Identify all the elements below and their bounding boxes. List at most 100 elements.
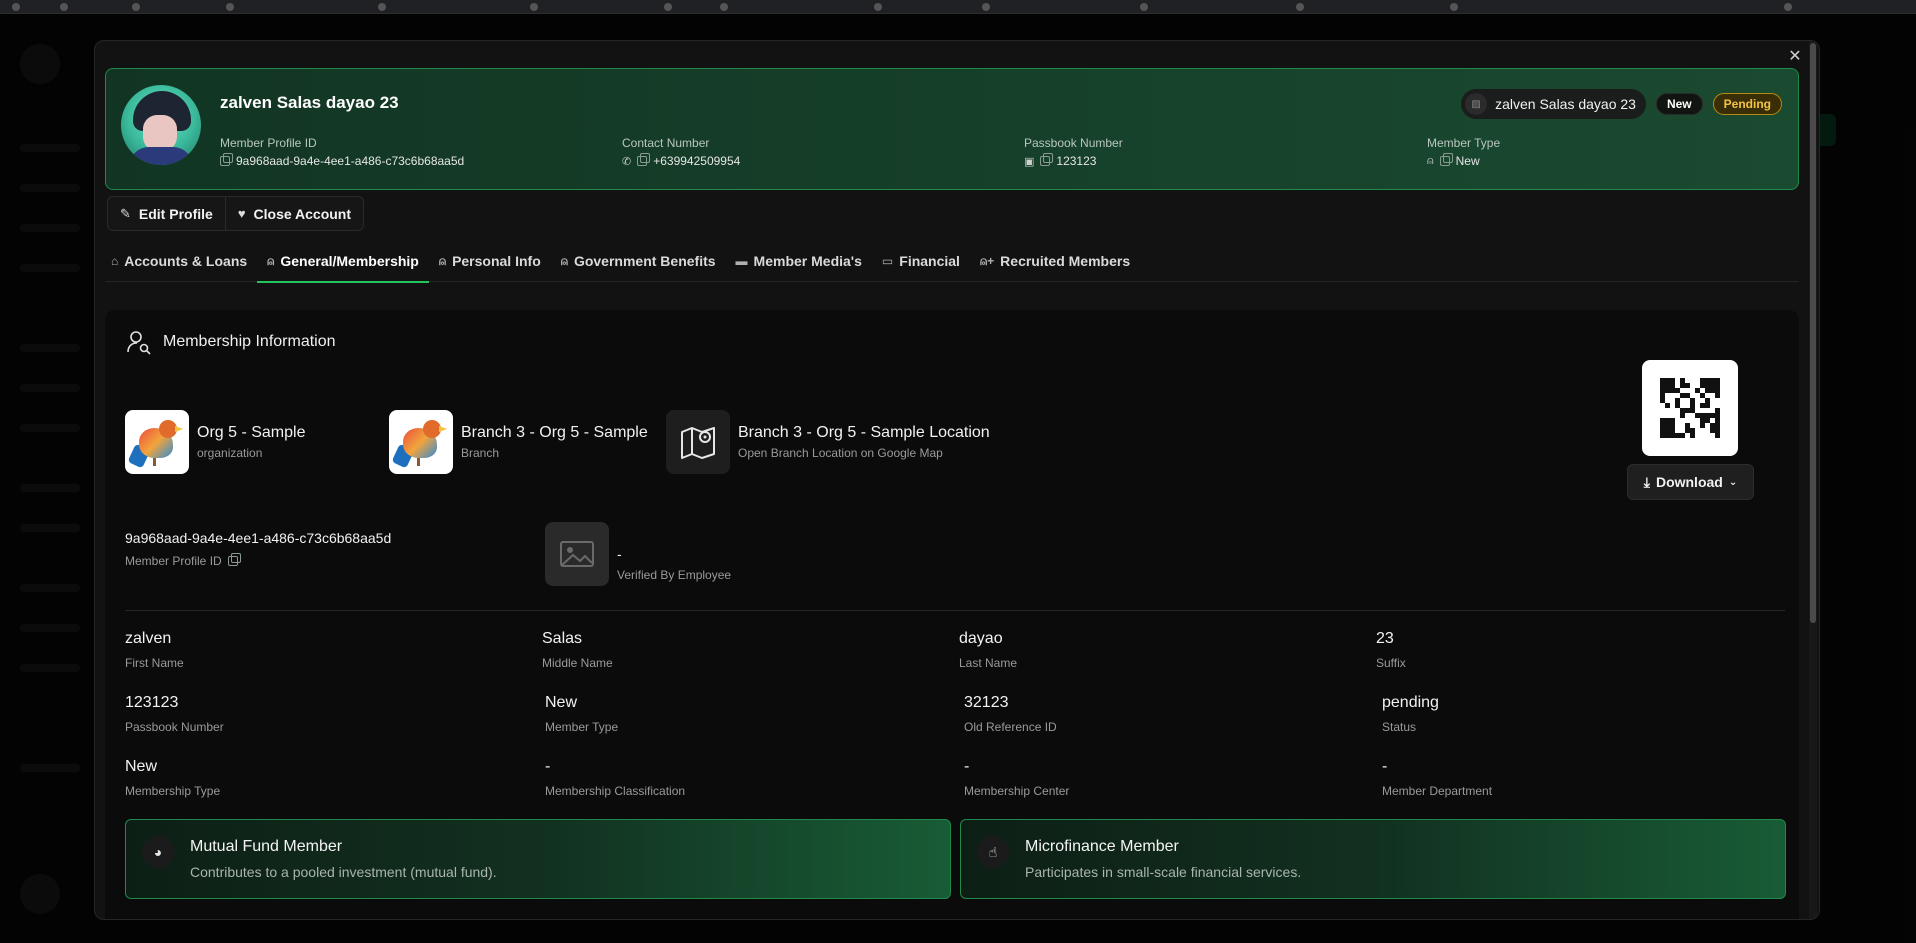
organization-logo bbox=[125, 410, 189, 474]
field-label: Passbook Number bbox=[125, 720, 224, 734]
qr-section: ⤓ Download ⌄ bbox=[1627, 360, 1769, 500]
section-title-text: Membership Information bbox=[163, 333, 336, 350]
edit-profile-button[interactable]: ✎ Edit Profile bbox=[108, 197, 225, 230]
member-type-field: New Member Type bbox=[545, 694, 618, 734]
verified-by-label: Verified By Employee bbox=[617, 568, 732, 582]
avatar bbox=[121, 85, 201, 165]
tab-icon bbox=[12, 3, 20, 11]
tab-accounts-loans[interactable]: ⌂ Accounts & Loans bbox=[105, 240, 257, 282]
membership-type-field: New Membership Type bbox=[125, 758, 220, 798]
tab-financial[interactable]: ▭ Financial bbox=[872, 240, 970, 282]
copy-icon[interactable] bbox=[1439, 153, 1453, 166]
mutual-fund-member-card: ◕ Mutual Fund Member Contributes to a po… bbox=[125, 819, 951, 899]
old-reference-id-field: 32123 Old Reference ID bbox=[964, 694, 1057, 734]
user-icon: ⍝ bbox=[438, 253, 447, 268]
qr-code bbox=[1642, 360, 1738, 456]
scrollbar-thumb[interactable] bbox=[1810, 43, 1816, 623]
branch-logo bbox=[389, 410, 453, 474]
field-value: - bbox=[545, 758, 551, 775]
member-chip[interactable]: ▨ zalven Salas dayao 23 bbox=[1461, 89, 1646, 119]
organization-name: Org 5 - Sample bbox=[197, 424, 306, 441]
tab-general-membership[interactable]: ⍝ General/Membership bbox=[257, 240, 429, 283]
tab-label: Financial bbox=[899, 253, 960, 269]
tab-government-benefits[interactable]: ⍝ Government Benefits bbox=[551, 240, 726, 282]
image-placeholder-icon bbox=[545, 522, 609, 586]
status-badge: Pending bbox=[1712, 93, 1782, 115]
copy-icon[interactable] bbox=[220, 153, 233, 166]
branch-sub: Branch bbox=[461, 446, 500, 460]
pie-chart-icon: ◕ bbox=[142, 836, 174, 868]
branch-card[interactable]: Branch 3 - Org 5 - Sample Branch bbox=[389, 410, 648, 474]
membership-classification-field: - Membership Classification bbox=[545, 758, 685, 798]
member-department-field: - Member Department bbox=[1382, 758, 1492, 798]
field-label: First Name bbox=[125, 656, 184, 670]
status-field: pending Status bbox=[1382, 694, 1439, 734]
header-passbook-label: Passbook Number bbox=[1024, 136, 1123, 150]
field-label: Membership Center bbox=[964, 784, 1070, 798]
heart-broken-icon: ♥ bbox=[237, 206, 246, 221]
member-name: zalven Salas dayao 23 bbox=[220, 93, 399, 112]
member-type-badge: New bbox=[1655, 93, 1703, 115]
microfinance-title: Microfinance Member bbox=[1025, 838, 1179, 855]
tab-member-media[interactable]: ▬ Member Media's bbox=[726, 240, 872, 282]
field-value: pending bbox=[1382, 694, 1439, 711]
member-header-card: zalven Salas dayao 23 Member Profile ID … bbox=[105, 68, 1799, 190]
copy-icon[interactable] bbox=[227, 553, 241, 566]
tab-icon bbox=[60, 3, 68, 11]
user-gear-icon: ⍝ bbox=[560, 253, 568, 268]
field-value: New bbox=[545, 694, 578, 711]
tab-label: Government Benefits bbox=[573, 253, 716, 269]
id-card-icon: ▣ bbox=[1024, 155, 1035, 168]
download-button[interactable]: ⤓ Download ⌄ bbox=[1627, 464, 1754, 500]
microfinance-member-card: ☝ Microfinance Member Participates in sm… bbox=[960, 819, 1786, 899]
field-label: Membership Classification bbox=[545, 784, 686, 798]
verified-by-block: - Verified By Employee bbox=[545, 522, 731, 586]
avatar-face bbox=[143, 115, 177, 151]
first-name-field: zalven First Name bbox=[125, 630, 184, 670]
map-pin-icon bbox=[666, 410, 730, 474]
tab-icon bbox=[226, 3, 234, 11]
microfinance-desc: Participates in small-scale financial se… bbox=[1025, 864, 1302, 880]
field-value: zalven bbox=[125, 630, 172, 647]
tab-icon bbox=[1450, 3, 1458, 11]
organization-card[interactable]: Org 5 - Sample organization bbox=[125, 410, 305, 474]
member-chip-name: zalven Salas dayao 23 bbox=[1495, 96, 1636, 112]
membership-center-field: - Membership Center bbox=[964, 758, 1069, 798]
field-label: Last Name bbox=[959, 656, 1018, 670]
verified-by-value: - bbox=[617, 546, 622, 562]
hand-coin-icon: ☝ bbox=[977, 836, 1009, 868]
field-label: Middle Name bbox=[542, 656, 613, 670]
branch-location-link[interactable]: Branch 3 - Org 5 - Sample Location Open … bbox=[666, 410, 990, 474]
close-account-button[interactable]: ♥ Close Account bbox=[224, 197, 363, 230]
field-value: Salas bbox=[542, 630, 583, 647]
close-icon[interactable]: ✕ bbox=[1785, 47, 1805, 67]
field-value: - bbox=[1382, 758, 1388, 775]
user-search-icon bbox=[125, 328, 153, 356]
tab-icon bbox=[664, 3, 672, 11]
download-icon: ⤓ bbox=[1643, 473, 1650, 490]
tab-personal-info[interactable]: ⍝ Personal Info bbox=[429, 240, 551, 282]
copy-icon[interactable] bbox=[637, 153, 651, 166]
header-member-type-value: New bbox=[1455, 154, 1480, 168]
field-label: Old Reference ID bbox=[964, 720, 1057, 734]
tab-icon bbox=[1784, 3, 1792, 11]
tab-label: Recruited Members bbox=[1000, 253, 1131, 269]
branch-name: Branch 3 - Org 5 - Sample bbox=[461, 424, 648, 441]
location-sub: Open Branch Location on Google Map bbox=[738, 446, 943, 460]
profile-tabs: ⌂ Accounts & Loans ⍝ General/Membership … bbox=[105, 240, 1799, 283]
field-label: Membership Type bbox=[125, 784, 221, 798]
copy-icon[interactable] bbox=[1040, 153, 1054, 166]
mutual-fund-title: Mutual Fund Member bbox=[190, 838, 343, 855]
tab-recruited-members[interactable]: ⍝+ Recruited Members bbox=[970, 240, 1140, 282]
profile-id-value: 9a968aad-9a4e-4ee1-a486-c73c6b68aa5d bbox=[125, 530, 392, 546]
bank-icon: ⌂ bbox=[111, 254, 119, 268]
tab-icon bbox=[1296, 3, 1304, 11]
browser-tab-strip bbox=[0, 0, 1916, 14]
suffix-field: 23 Suffix bbox=[1376, 630, 1406, 670]
header-passbook-value: 123123 bbox=[1056, 154, 1097, 168]
phone-icon: ✆ bbox=[622, 155, 632, 168]
tab-label: Personal Info bbox=[452, 253, 541, 269]
header-profile-id-value: 9a968aad-9a4e-4ee1-a486-c73c6b68aa5d bbox=[236, 154, 465, 168]
modal-scrollbar[interactable] bbox=[1809, 41, 1817, 919]
profile-id-label: Member Profile ID bbox=[125, 554, 222, 568]
